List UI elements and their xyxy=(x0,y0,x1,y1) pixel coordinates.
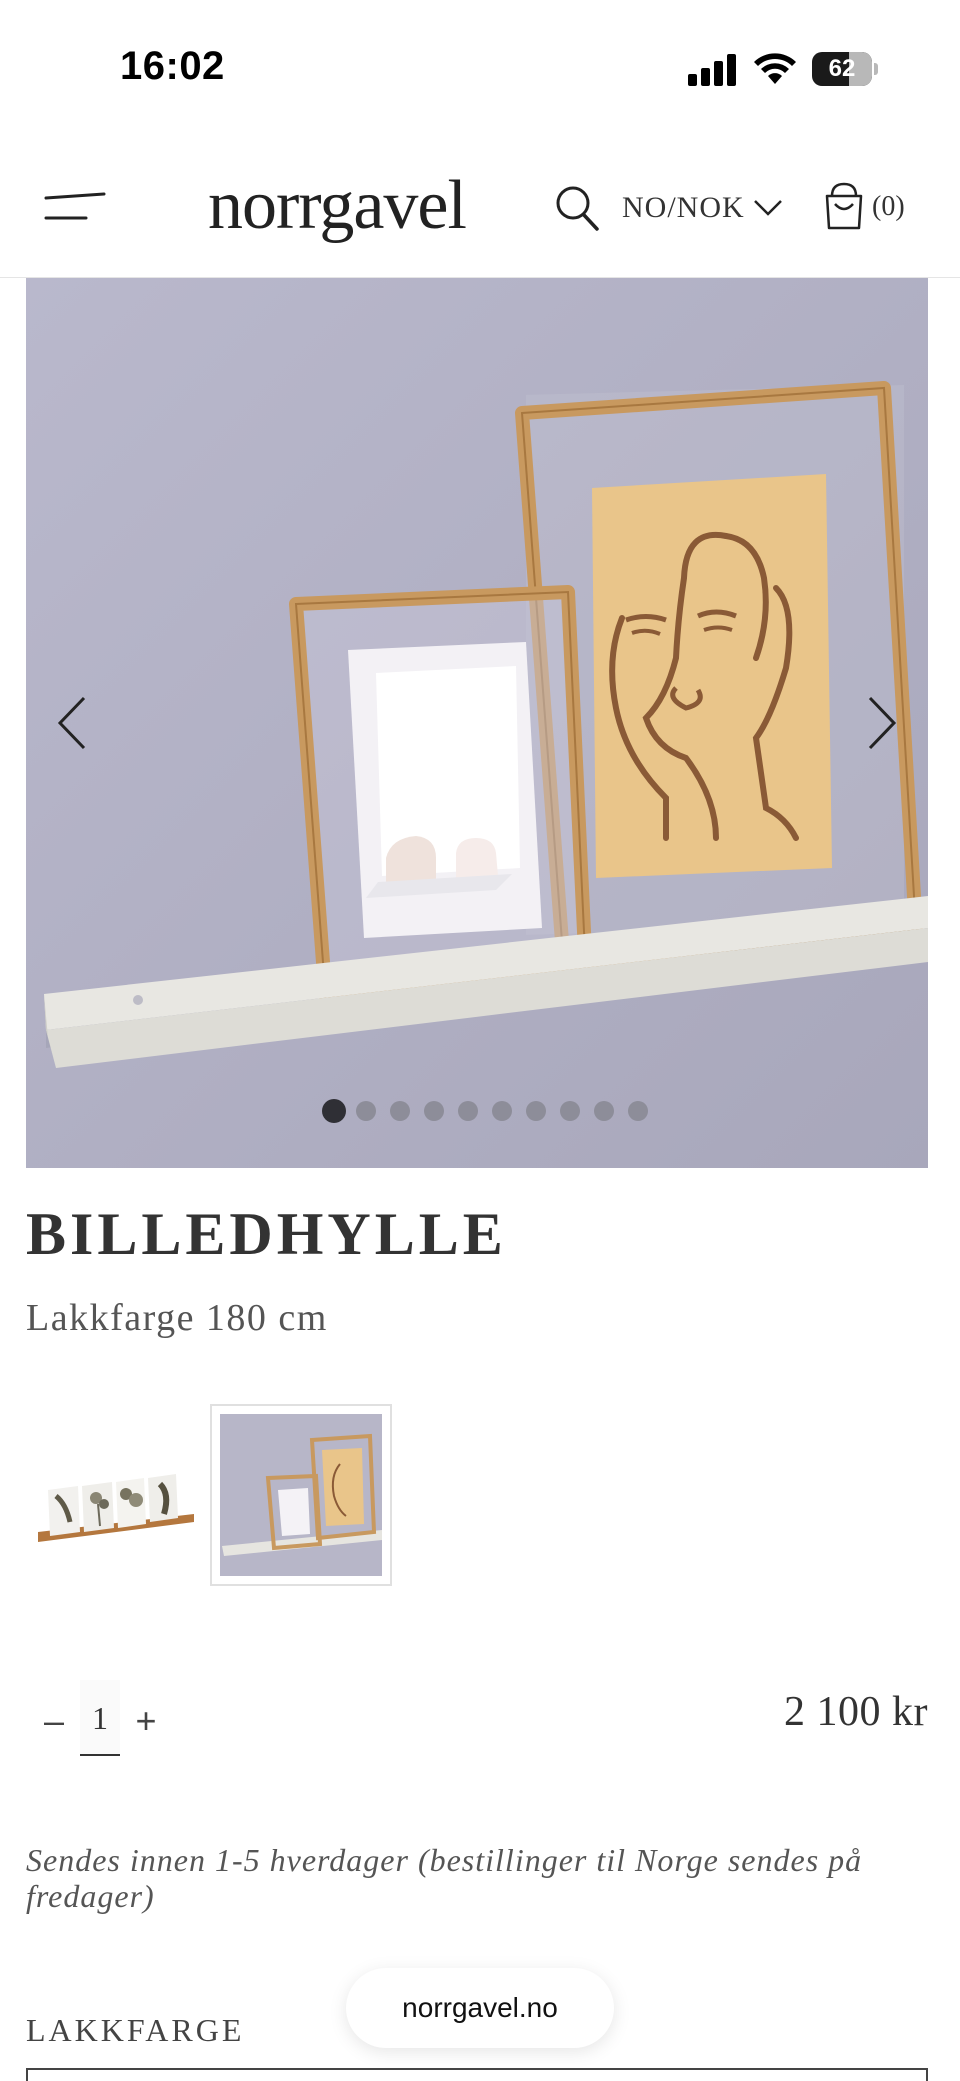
browser-url-bar[interactable]: norrgavel.no xyxy=(346,1968,614,2048)
battery-level: 62 xyxy=(828,55,856,82)
chevron-down-icon xyxy=(753,200,782,216)
quantity-input[interactable]: 1 xyxy=(80,1680,120,1756)
currency-selector[interactable]: NO/NOK xyxy=(622,188,783,228)
pagination-dot-active[interactable] xyxy=(322,1099,346,1123)
pagination-dot[interactable] xyxy=(458,1101,478,1121)
site-logo[interactable]: norrgavel xyxy=(208,166,467,246)
thumbnail-image xyxy=(26,1404,208,1586)
quantity-increase-button[interactable]: + xyxy=(128,1696,164,1746)
currency-label: NO/NOK xyxy=(622,191,745,224)
quantity-decrease-button[interactable]: – xyxy=(38,1696,70,1746)
product-variant: Lakkfarge 180 cm xyxy=(26,1297,328,1339)
thumbnail-image xyxy=(220,1414,382,1576)
color-section-label: LAKKFARGE xyxy=(26,2012,245,2048)
product-title: BILLEDHYLLE xyxy=(26,1201,507,1267)
product-thumbnail-active[interactable] xyxy=(210,1404,392,1586)
pagination-dot[interactable] xyxy=(560,1101,580,1121)
shipping-info: Sendes innen 1-5 hverdager (bestillinger… xyxy=(26,1842,863,1914)
search-icon[interactable] xyxy=(554,184,600,232)
pagination-dot[interactable] xyxy=(424,1101,444,1121)
product-photo xyxy=(26,278,928,1168)
shopping-bag-icon xyxy=(825,182,863,230)
cart-button[interactable]: (0) xyxy=(822,182,905,232)
cart-count: (0) xyxy=(872,191,905,222)
pagination-dot[interactable] xyxy=(594,1101,614,1121)
product-price: 2 100 kr xyxy=(784,1689,928,1735)
wifi-icon xyxy=(754,53,796,84)
menu-icon[interactable] xyxy=(42,188,108,228)
status-time: 16:02 xyxy=(120,44,225,88)
pagination-dot[interactable] xyxy=(356,1101,376,1121)
product-image-gallery[interactable] xyxy=(26,278,928,1168)
pagination-dot[interactable] xyxy=(390,1101,410,1121)
site-header: norrgavel NO/NOK (0) xyxy=(0,140,960,278)
chevron-left-icon[interactable] xyxy=(46,688,96,758)
signal-icon xyxy=(688,54,736,86)
chevron-right-icon[interactable] xyxy=(858,688,908,758)
color-select[interactable] xyxy=(26,2068,928,2081)
pagination-dot[interactable] xyxy=(628,1101,648,1121)
pagination-dot[interactable] xyxy=(492,1101,512,1121)
product-thumbnail[interactable] xyxy=(26,1404,208,1586)
pagination-dot[interactable] xyxy=(526,1101,546,1121)
battery-icon: 62 xyxy=(812,52,878,86)
status-bar: 16:02 62 xyxy=(0,0,960,140)
gallery-pagination xyxy=(26,1098,928,1124)
